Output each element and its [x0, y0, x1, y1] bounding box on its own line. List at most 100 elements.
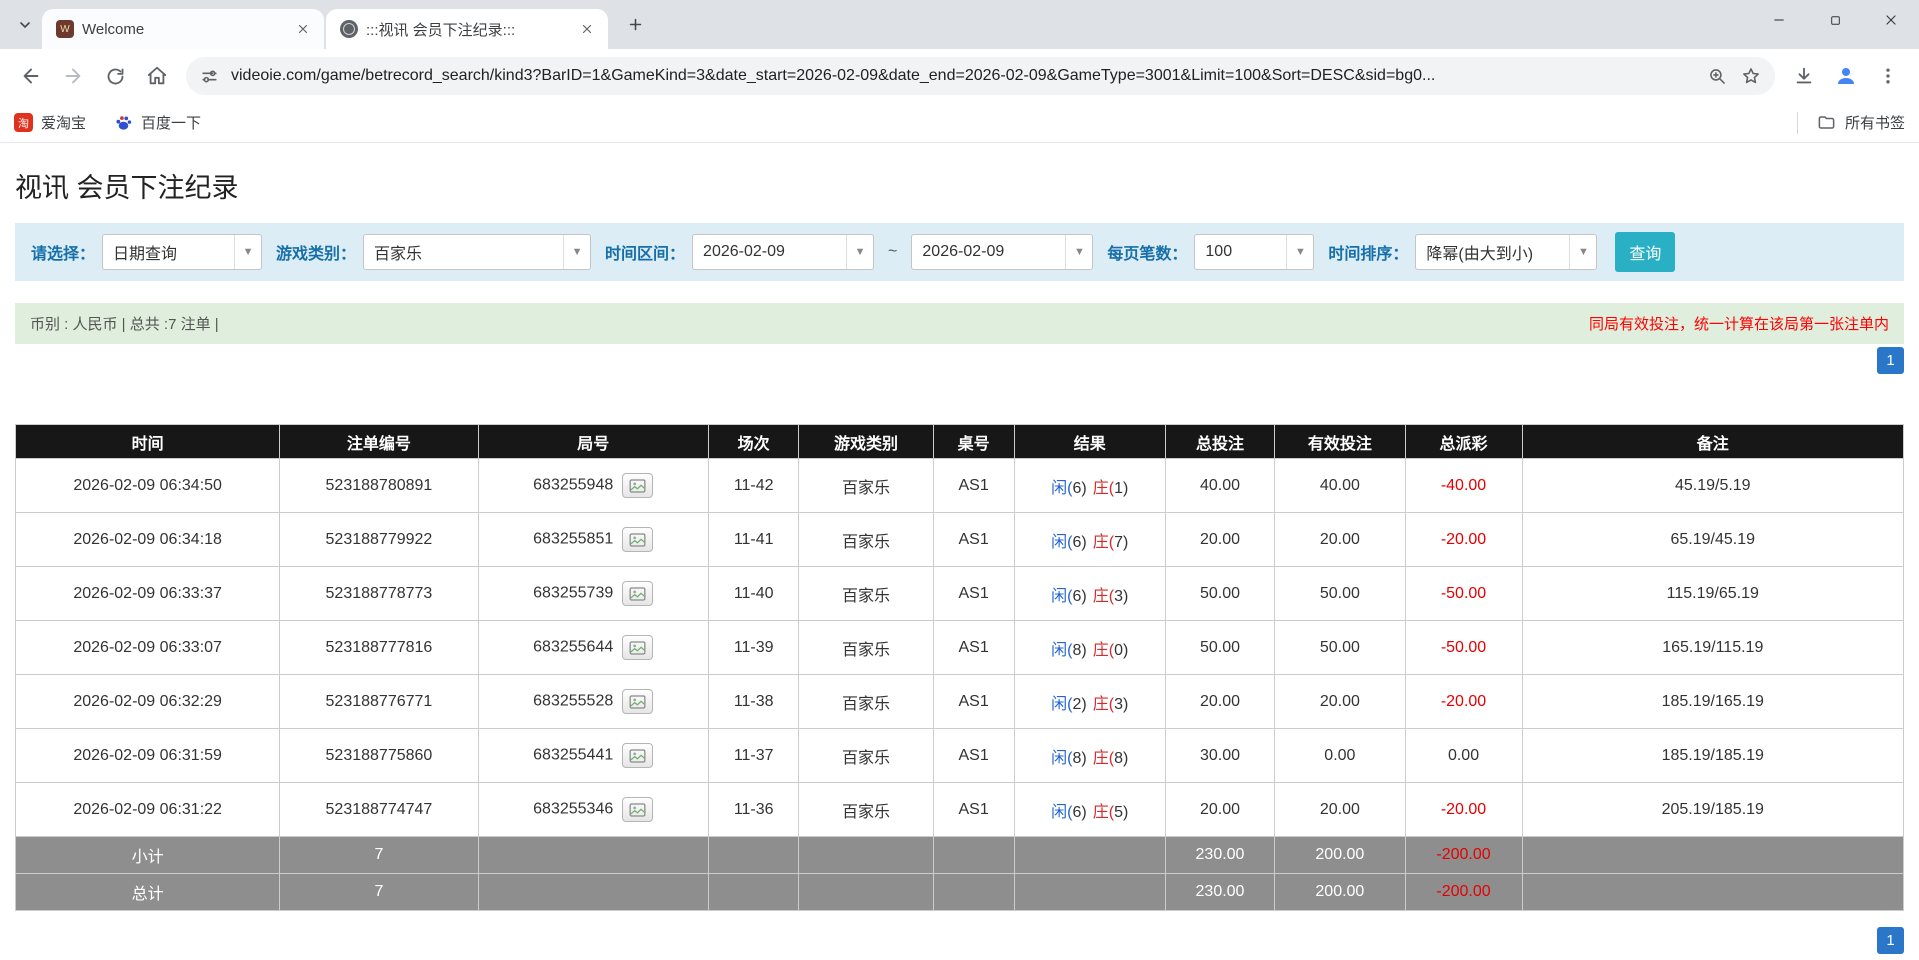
- date-start-select[interactable]: 2026-02-09 ▼: [692, 234, 875, 270]
- cell-valid-bet: 50.00: [1274, 566, 1406, 621]
- cell-session: 11-38: [707, 674, 800, 729]
- cell-session: 11-41: [707, 512, 800, 567]
- game-kind-label: 游戏类别：: [276, 246, 357, 263]
- minimize-button[interactable]: [1751, 0, 1807, 40]
- per-page-select[interactable]: 100 ▼: [1194, 234, 1315, 270]
- reload-button[interactable]: [94, 55, 136, 97]
- sort-value: 降幂(由大到小): [1426, 246, 1534, 263]
- cell-note: 165.19/115.19: [1521, 620, 1905, 675]
- dropdown-caret-icon: ▼: [1569, 235, 1596, 269]
- tab-betrecord[interactable]: :::视讯 会员下注纪录:::: [326, 9, 608, 49]
- downloads-button[interactable]: [1783, 55, 1825, 97]
- tab-title: Welcome: [82, 20, 145, 38]
- result-player: 闲(6): [1051, 479, 1087, 497]
- photo-icon: [629, 802, 646, 817]
- round-image-button[interactable]: [622, 473, 654, 498]
- cell-result: 闲(8) 庄(8): [1013, 728, 1166, 783]
- cell-round: 683255851: [533, 530, 614, 548]
- tab-search-button[interactable]: [8, 8, 42, 42]
- site-info-icon[interactable]: [200, 67, 219, 86]
- result-player: 闲(2): [1051, 695, 1087, 713]
- photo-icon: [629, 694, 646, 709]
- query-type-label: 请选择：: [31, 246, 96, 263]
- cell-result: 闲(6) 庄(5): [1013, 782, 1166, 837]
- back-button[interactable]: [10, 55, 52, 97]
- result-banker: 庄(1): [1092, 479, 1129, 497]
- page-button-1[interactable]: 1: [1877, 927, 1904, 954]
- pagination-bottom: 1: [15, 927, 1904, 954]
- result-banker: 庄(7): [1092, 533, 1129, 551]
- cell-session: 11-42: [707, 458, 800, 513]
- table-row: 2026-02-09 06:34:50 523188780891 6832559…: [14, 458, 1905, 513]
- kebab-menu-icon: [1886, 68, 1890, 84]
- bookmark-star-icon[interactable]: [1741, 66, 1761, 86]
- home-button[interactable]: [136, 55, 178, 97]
- search-button[interactable]: 查询: [1615, 232, 1676, 272]
- round-image-button[interactable]: [622, 527, 654, 552]
- cell-result: 闲(6) 庄(1): [1013, 458, 1166, 513]
- menu-button[interactable]: [1867, 55, 1909, 97]
- table-row: 2026-02-09 06:33:37 523188778773 6832557…: [14, 566, 1905, 621]
- col-header-time: 时间: [14, 424, 281, 459]
- page-content: 视讯 会员下注纪录 请选择： 日期查询 ▼ 游戏类别： 百家乐 ▼ 时间区间： …: [0, 166, 1919, 954]
- cell-total-bet[interactable]: 20.00: [1164, 674, 1276, 729]
- cell-session: 11-37: [707, 728, 800, 783]
- total-label: 总计: [14, 873, 281, 911]
- cell-valid-bet: 0.00: [1274, 728, 1406, 783]
- table-header-row: 时间 注单编号 局号 场次 游戏类别 桌号 结果 总投注 有效投注 总派彩 备注: [14, 424, 1905, 459]
- sort-select[interactable]: 降幂(由大到小) ▼: [1415, 234, 1598, 270]
- cell-note: 185.19/165.19: [1521, 674, 1905, 729]
- all-bookmarks-button[interactable]: 所有书签: [1796, 111, 1905, 134]
- sort-label: 时间排序：: [1328, 246, 1409, 263]
- cell-total-bet[interactable]: 30.00: [1164, 728, 1276, 783]
- cell-valid-bet: 20.00: [1274, 782, 1406, 837]
- cell-round: 683255644: [533, 638, 614, 656]
- browser-toolbar: videoie.com/game/betrecord_search/kind3?…: [0, 49, 1919, 103]
- maximize-button[interactable]: [1807, 0, 1863, 40]
- cell-bet-id: 523188779922: [279, 512, 479, 567]
- cell-total-bet[interactable]: 40.00: [1164, 458, 1276, 513]
- cell-payout: -20.00: [1404, 674, 1523, 729]
- cell-bet-id: 523188774747: [279, 782, 479, 837]
- cell-total-bet[interactable]: 50.00: [1164, 566, 1276, 621]
- profile-button[interactable]: [1825, 55, 1867, 97]
- dropdown-caret-icon: ▼: [1065, 235, 1092, 269]
- tab-welcome[interactable]: W Welcome: [42, 9, 324, 49]
- date-end-select[interactable]: 2026-02-09 ▼: [911, 234, 1094, 270]
- cell-total-bet[interactable]: 50.00: [1164, 620, 1276, 675]
- cell-valid-bet: 20.00: [1274, 674, 1406, 729]
- round-image-button[interactable]: [622, 743, 654, 768]
- cell-game: 百家乐: [798, 458, 934, 513]
- tab-close-icon[interactable]: [292, 18, 314, 40]
- col-header-result: 结果: [1013, 424, 1166, 459]
- col-header-table-no: 桌号: [932, 424, 1015, 459]
- cell-result: 闲(6) 庄(7): [1013, 512, 1166, 567]
- round-image-button[interactable]: [622, 635, 654, 660]
- close-window-button[interactable]: [1863, 0, 1919, 40]
- bookmark-aitaobao[interactable]: 淘 爱淘宝: [14, 112, 86, 133]
- game-kind-select[interactable]: 百家乐 ▼: [363, 234, 592, 270]
- result-player: 闲(6): [1051, 587, 1087, 605]
- col-header-valid-bet: 有效投注: [1274, 424, 1406, 459]
- cell-bet-id: 523188777816: [279, 620, 479, 675]
- cell-total-bet[interactable]: 20.00: [1164, 512, 1276, 567]
- forward-button[interactable]: [52, 55, 94, 97]
- query-type-select[interactable]: 日期查询 ▼: [102, 234, 263, 270]
- address-bar[interactable]: videoie.com/game/betrecord_search/kind3?…: [186, 57, 1775, 95]
- bookmark-baidu[interactable]: 百度一下: [114, 112, 201, 133]
- tab-close-icon[interactable]: [576, 18, 598, 40]
- bookmarks-bar: 淘 爱淘宝 百度一下 所有书签: [0, 103, 1919, 143]
- page-title: 视讯 会员下注纪录: [15, 173, 239, 203]
- divider: [1796, 111, 1798, 134]
- cell-round: 683255441: [533, 746, 614, 764]
- cell-game: 百家乐: [798, 566, 934, 621]
- page-button-1[interactable]: 1: [1877, 347, 1904, 374]
- round-image-button[interactable]: [622, 581, 654, 606]
- cell-total-bet[interactable]: 20.00: [1164, 782, 1276, 837]
- date-separator: ~: [888, 243, 898, 260]
- new-tab-button[interactable]: [618, 8, 652, 42]
- round-image-button[interactable]: [622, 797, 654, 822]
- chevron-down-icon: [20, 21, 30, 28]
- zoom-icon[interactable]: [1708, 67, 1727, 86]
- round-image-button[interactable]: [622, 689, 654, 714]
